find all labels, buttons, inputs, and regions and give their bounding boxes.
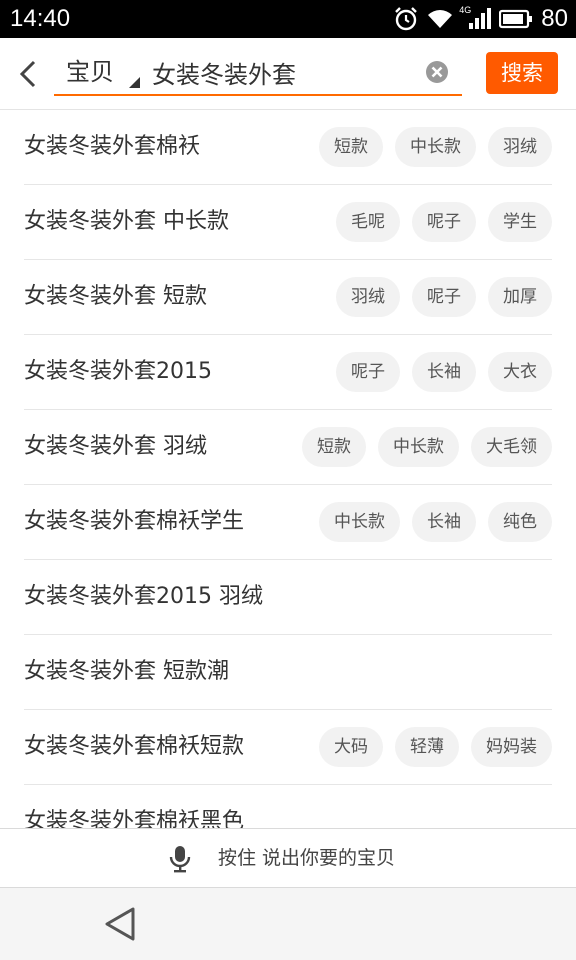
suggestion-text[interactable]: 女装冬装外套 短款潮 bbox=[24, 635, 229, 709]
status-icons: 4G 80 bbox=[393, 3, 568, 35]
suggestion-tag[interactable]: 呢子 bbox=[336, 352, 400, 392]
suggestion-row[interactable]: 女装冬装外套2015 呢子 长袖 大衣 bbox=[24, 335, 552, 410]
suggestion-text[interactable]: 女装冬装外套棉袄短款 bbox=[24, 710, 244, 784]
suggestion-row[interactable]: 女装冬装外套棉袄学生 中长款 长袖 纯色 bbox=[24, 485, 552, 560]
suggestion-tag[interactable]: 轻薄 bbox=[395, 727, 459, 767]
suggestion-text[interactable]: 女装冬装外套 中长款 bbox=[24, 185, 229, 259]
suggestion-tags: 毛呢 呢子 学生 bbox=[336, 202, 552, 242]
wifi-icon bbox=[427, 8, 453, 30]
suggestion-tag[interactable]: 纯色 bbox=[488, 502, 552, 542]
suggestion-row[interactable]: 女装冬装外套棉袄黑色 bbox=[24, 785, 552, 828]
suggestion-tags: 短款 中长款 羽绒 bbox=[319, 127, 552, 167]
suggestion-tag[interactable]: 大衣 bbox=[488, 352, 552, 392]
suggestion-tag[interactable]: 短款 bbox=[319, 127, 383, 167]
status-bar: 14:40 4G 80 bbox=[0, 0, 576, 38]
search-scope-selector[interactable]: 宝贝 bbox=[66, 56, 114, 88]
suggestion-tag[interactable]: 羽绒 bbox=[336, 277, 400, 317]
network-type-label: 4G bbox=[459, 5, 472, 15]
suggestion-text[interactable]: 女装冬装外套棉袄 bbox=[24, 110, 200, 184]
suggestion-tag[interactable]: 大毛领 bbox=[471, 427, 552, 467]
suggestion-text[interactable]: 女装冬装外套 短款 bbox=[24, 260, 207, 334]
back-button[interactable] bbox=[8, 54, 48, 94]
suggestion-tag[interactable]: 加厚 bbox=[488, 277, 552, 317]
system-nav-bar bbox=[0, 888, 576, 960]
suggestion-tag[interactable]: 长袖 bbox=[412, 352, 476, 392]
suggestion-text[interactable]: 女装冬装外套棉袄学生 bbox=[24, 485, 244, 559]
suggestion-tag[interactable]: 中长款 bbox=[395, 127, 476, 167]
suggestion-tags: 大码 轻薄 妈妈装 bbox=[319, 727, 552, 767]
suggestion-tags: 中长款 长袖 纯色 bbox=[319, 502, 552, 542]
scope-dropdown-icon[interactable] bbox=[129, 77, 140, 88]
battery-icon bbox=[499, 9, 533, 29]
suggestion-tag[interactable]: 呢子 bbox=[412, 277, 476, 317]
suggestion-tag[interactable]: 羽绒 bbox=[488, 127, 552, 167]
voice-prompt[interactable]: 按住 说出你要的宝贝 bbox=[218, 829, 395, 887]
suggestion-tag[interactable]: 长袖 bbox=[412, 502, 476, 542]
suggestion-row[interactable]: 女装冬装外套 短款潮 bbox=[24, 635, 552, 710]
suggestion-row[interactable]: 女装冬装外套 羽绒 短款 中长款 大毛领 bbox=[24, 410, 552, 485]
suggestion-row[interactable]: 女装冬装外套 中长款 毛呢 呢子 学生 bbox=[24, 185, 552, 260]
suggestion-text[interactable]: 女装冬装外套2015 bbox=[24, 335, 212, 409]
suggestion-row[interactable]: 女装冬装外套棉袄短款 大码 轻薄 妈妈装 bbox=[24, 710, 552, 785]
suggestion-tag[interactable]: 呢子 bbox=[412, 202, 476, 242]
search-header: 宝贝 搜索 bbox=[0, 38, 576, 110]
suggestion-tags: 羽绒 呢子 加厚 bbox=[336, 277, 552, 317]
suggestion-tags: 呢子 长袖 大衣 bbox=[336, 352, 552, 392]
suggestion-tag[interactable]: 毛呢 bbox=[336, 202, 400, 242]
voice-search-bar[interactable]: 按住 说出你要的宝贝 bbox=[0, 828, 576, 888]
alarm-icon bbox=[393, 6, 419, 32]
suggestion-row[interactable]: 女装冬装外套棉袄 短款 中长款 羽绒 bbox=[24, 110, 552, 185]
suggestion-row[interactable]: 女装冬装外套 短款 羽绒 呢子 加厚 bbox=[24, 260, 552, 335]
clear-search-icon[interactable] bbox=[425, 60, 449, 84]
suggestion-text[interactable]: 女装冬装外套2015 羽绒 bbox=[24, 560, 263, 634]
battery-percent: 80 bbox=[541, 5, 568, 32]
suggestion-text[interactable]: 女装冬装外套 羽绒 bbox=[24, 410, 207, 484]
suggestion-tags: 短款 中长款 大毛领 bbox=[302, 427, 552, 467]
suggestion-tag[interactable]: 短款 bbox=[302, 427, 366, 467]
search-button[interactable]: 搜索 bbox=[486, 52, 558, 94]
microphone-icon[interactable] bbox=[168, 845, 192, 873]
suggestion-tag[interactable]: 中长款 bbox=[319, 502, 400, 542]
suggestion-tag[interactable]: 学生 bbox=[488, 202, 552, 242]
search-input[interactable] bbox=[152, 54, 414, 90]
search-box[interactable]: 宝贝 bbox=[54, 50, 462, 96]
suggestion-row[interactable]: 女装冬装外套2015 羽绒 bbox=[24, 560, 552, 635]
suggestion-list: 女装冬装外套棉袄 短款 中长款 羽绒 女装冬装外套 中长款 毛呢 呢子 学生 女装冬装外套 短款… bbox=[0, 110, 576, 828]
suggestion-tag[interactable]: 中长款 bbox=[378, 427, 459, 467]
chevron-left-icon bbox=[19, 60, 36, 88]
suggestion-tag[interactable]: 妈妈装 bbox=[471, 727, 552, 767]
signal-icon: 4G bbox=[459, 5, 492, 31]
suggestion-text[interactable]: 女装冬装外套棉袄黑色 bbox=[24, 785, 244, 828]
suggestion-tag[interactable]: 大码 bbox=[319, 727, 383, 767]
status-time: 14:40 bbox=[10, 5, 71, 32]
nav-back-icon[interactable] bbox=[100, 904, 140, 944]
